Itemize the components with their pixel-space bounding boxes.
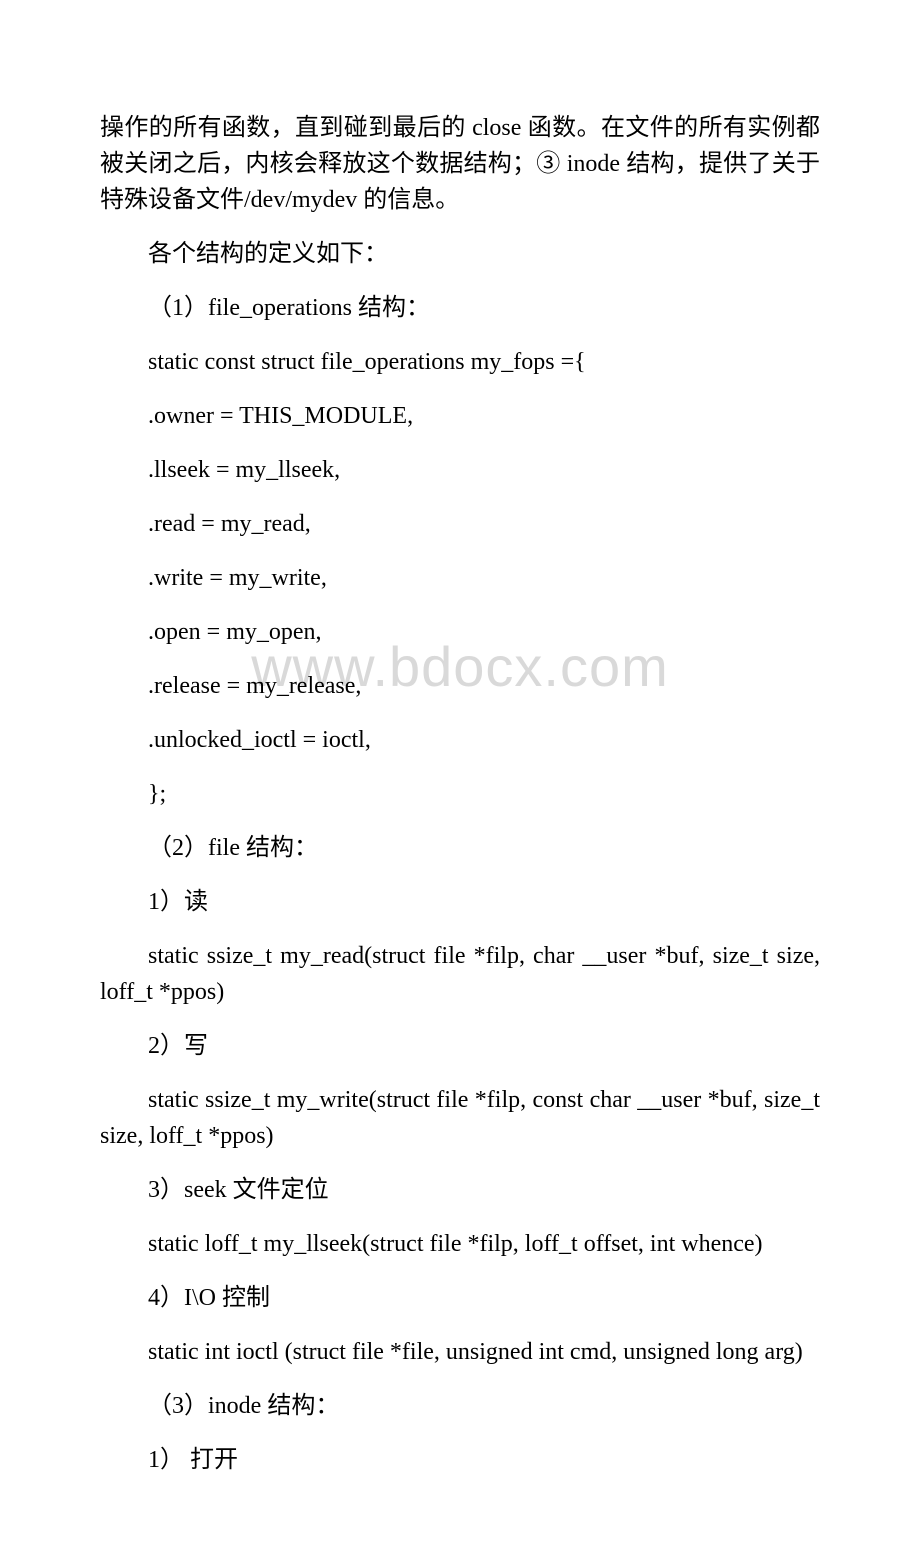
code-line: static int ioctl (struct file *file, uns… [100,1334,820,1370]
subheading: 3）seek 文件定位 [100,1172,820,1208]
code-line: .write = my_write, [100,560,820,596]
code-line: .llseek = my_llseek, [100,452,820,488]
section-heading: （1）file_operations 结构： [100,290,820,326]
code-line: }; [100,776,820,812]
subheading: 1）读 [100,884,820,920]
paragraph: 操作的所有函数，直到碰到最后的 close 函数。在文件的所有实例都被关闭之后，… [100,110,820,218]
code-text: static ssize_t my_read(struct file *filp… [100,943,820,1005]
code-line: .owner = THIS_MODULE, [100,398,820,434]
code-line: .read = my_read, [100,506,820,542]
code-line: static ssize_t my_write(struct file *fil… [100,1082,820,1154]
code-line: static ssize_t my_read(struct file *filp… [100,938,820,1010]
paragraph: 各个结构的定义如下： [100,236,820,272]
subheading: 1） 打开 [100,1442,820,1478]
code-text: static ssize_t my_write(struct file *fil… [100,1087,820,1149]
code-line: .release = my_release, [100,668,820,704]
code-line: static const struct file_operations my_f… [100,344,820,380]
section-heading: （2）file 结构： [100,830,820,866]
code-line: static loff_t my_llseek(struct file *fil… [100,1226,820,1262]
code-line: .open = my_open, [100,614,820,650]
subheading: 2）写 [100,1028,820,1064]
section-heading: （3）inode 结构： [100,1388,820,1424]
document-body: 操作的所有函数，直到碰到最后的 close 函数。在文件的所有实例都被关闭之后，… [100,110,820,1478]
code-line: .unlocked_ioctl = ioctl, [100,722,820,758]
subheading: 4）I\O 控制 [100,1280,820,1316]
document-page: www.bdocx.com 操作的所有函数，直到碰到最后的 close 函数。在… [0,0,920,1556]
